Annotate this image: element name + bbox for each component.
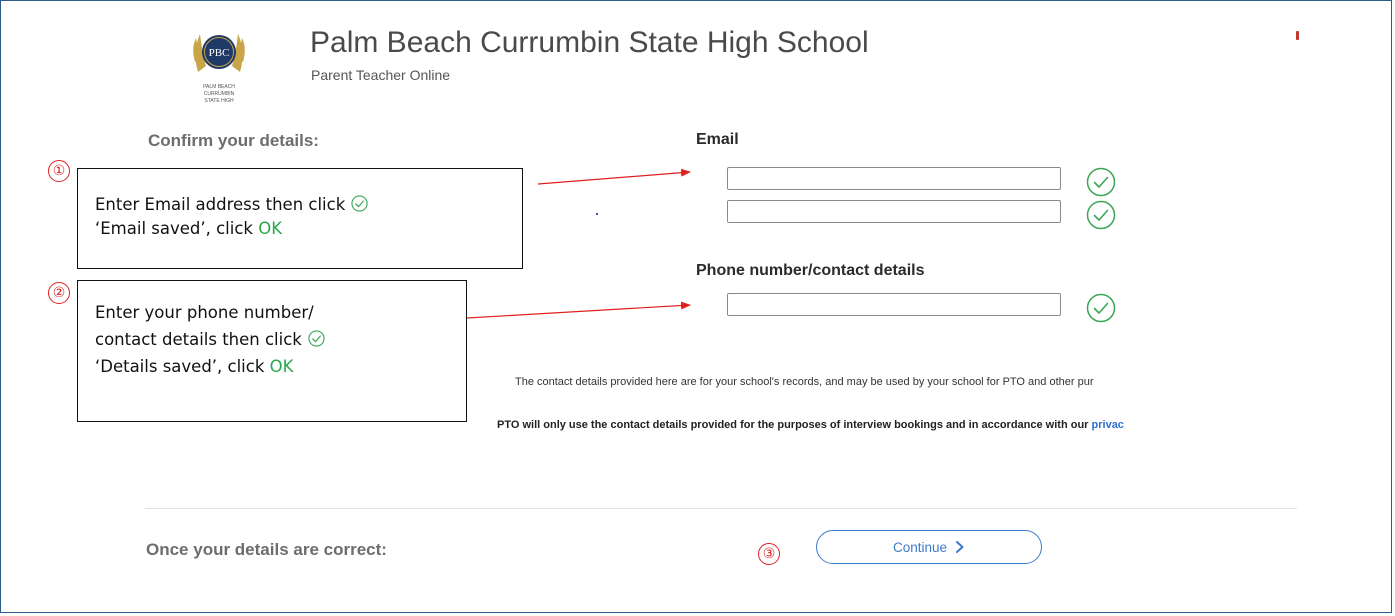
- phone-save-check-icon[interactable]: [1086, 293, 1116, 323]
- callout-phone-line3: ‘Details saved’, click: [95, 357, 270, 376]
- callout-phone-line1: Enter your phone number/: [95, 303, 314, 322]
- inline-check-icon: [308, 330, 325, 347]
- callout-email-line2: ‘Email saved’, click: [95, 219, 259, 238]
- email-input[interactable]: [727, 167, 1061, 190]
- svg-text:PALM BEACH: PALM BEACH: [203, 84, 235, 90]
- confirm-details-label: Confirm your details:: [148, 131, 319, 150]
- svg-text:PBC: PBC: [209, 47, 230, 59]
- privacy-link[interactable]: privac: [1092, 419, 1124, 431]
- school-name: Palm Beach Currumbin State High School: [310, 26, 869, 59]
- callout-phone-ok: OK: [269, 357, 294, 376]
- callout-email-ok: OK: [258, 219, 283, 238]
- step-3-badge: ③: [758, 543, 780, 565]
- pto-note: PTO will only use the contact details pr…: [497, 419, 1124, 431]
- records-note: The contact details provided here are fo…: [515, 376, 1094, 388]
- inline-check-icon: [351, 195, 368, 212]
- phone-input[interactable]: [727, 293, 1061, 316]
- continue-button[interactable]: Continue: [816, 530, 1042, 564]
- phone-label: Phone number/contact details: [696, 262, 925, 279]
- chevron-right-icon: [956, 541, 964, 553]
- callout-phone-line2: contact details then click: [95, 330, 302, 349]
- step-1-badge: ①: [48, 160, 70, 182]
- svg-text:CURRUMBIN: CURRUMBIN: [204, 91, 235, 97]
- svg-text:STATE HIGH: STATE HIGH: [204, 98, 234, 104]
- continue-label: Continue: [892, 539, 948, 555]
- once-details-label: Once your details are correct:: [146, 540, 387, 559]
- email-confirm-check-icon[interactable]: [1086, 200, 1116, 230]
- step-2-badge: ②: [48, 282, 70, 304]
- school-logo: PBC PALM BEACH CURRUMBIN STATE HIGH: [193, 34, 245, 104]
- email-label: Email: [696, 131, 739, 148]
- email-confirm-input[interactable]: [727, 200, 1061, 223]
- callout-email-line1: Enter Email address then click: [95, 195, 346, 214]
- section-divider: [145, 508, 1297, 509]
- email-save-check-icon[interactable]: [1086, 167, 1116, 197]
- app-subtitle: Parent Teacher Online: [311, 67, 451, 83]
- callout-phone: Enter your phone number/ contact details…: [77, 280, 467, 422]
- callout-email: Enter Email address then click ‘Email sa…: [77, 168, 523, 269]
- stray-dot: [596, 213, 598, 215]
- red-mark: [1296, 31, 1299, 40]
